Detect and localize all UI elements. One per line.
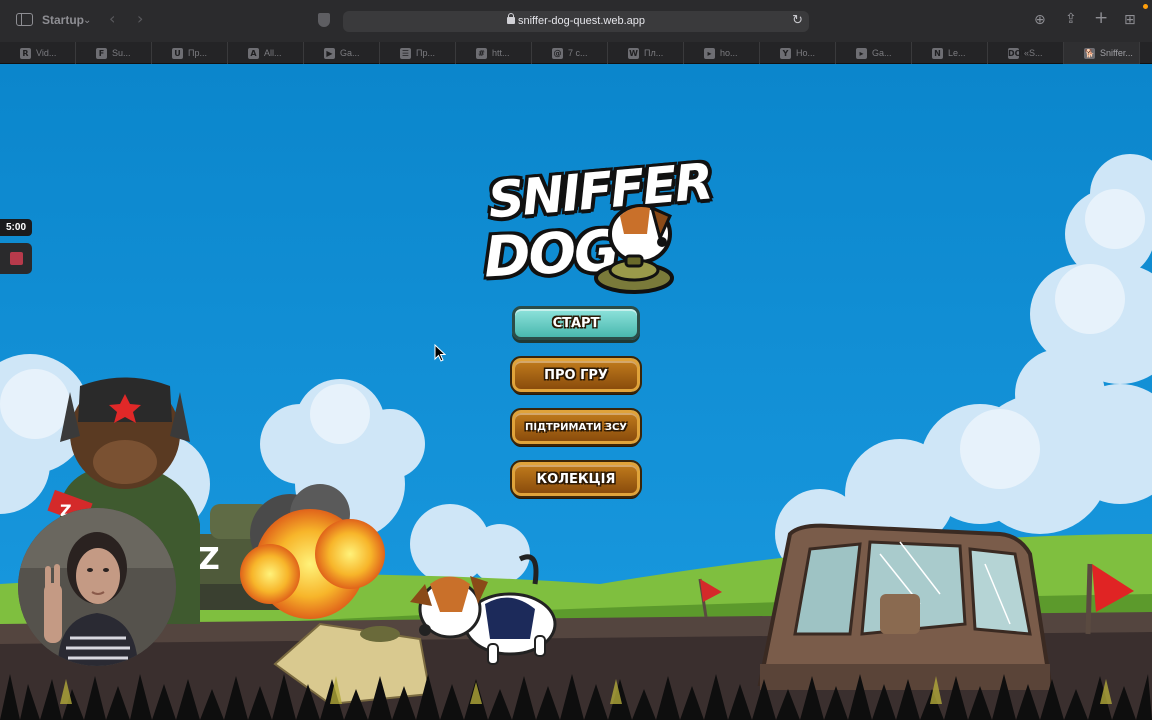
tab-favicon-icon: U bbox=[172, 47, 183, 59]
collection-button[interactable]: КОЛЕКЦІЯ bbox=[510, 460, 642, 498]
tab-title: Ga... bbox=[872, 48, 892, 58]
collection-button-label: КОЛЕКЦІЯ bbox=[536, 471, 616, 487]
tab-favicon-icon: N bbox=[932, 47, 943, 59]
browser-tab[interactable]: ▶ Ga... bbox=[304, 42, 380, 64]
tab-title: «S... bbox=[1024, 48, 1043, 58]
tab-title: Пл... bbox=[644, 48, 664, 58]
sidebar-icon[interactable] bbox=[16, 13, 33, 26]
browser-tab[interactable]: Y Ho... bbox=[760, 42, 836, 64]
chevron-down-icon[interactable]: ⌄ bbox=[83, 13, 91, 29]
game-viewport[interactable]: Z Z SNIFFER DOG СТАРТ ПРО ГРУ ПІДТРИМАТИ… bbox=[0, 64, 1152, 720]
browser-tab[interactable]: ▸ ho... bbox=[684, 42, 760, 64]
browser-tab[interactable]: 🐕 Sniffer... bbox=[1064, 42, 1140, 64]
webcam-person-image bbox=[18, 508, 176, 666]
webcam-bubble[interactable] bbox=[18, 508, 176, 666]
browser-tab[interactable]: N Le... bbox=[912, 42, 988, 64]
support-army-button[interactable]: ПІДТРИМАТИ ЗСУ bbox=[510, 408, 642, 446]
support-army-button-label: ПІДТРИМАТИ ЗСУ bbox=[524, 421, 628, 433]
tab-title: htt... bbox=[492, 48, 510, 58]
browser-tab[interactable]: W Пл... bbox=[608, 42, 684, 64]
tab-favicon-icon: A bbox=[248, 47, 259, 59]
stop-recording-icon[interactable] bbox=[10, 252, 23, 265]
tab-title: Le... bbox=[948, 48, 966, 58]
game-logo: SNIFFER DOG bbox=[482, 152, 714, 296]
mouse-cursor-icon bbox=[434, 344, 446, 362]
browser-tab[interactable]: R Vid... bbox=[0, 42, 76, 64]
share-icon[interactable]: ⇪ bbox=[1065, 11, 1077, 27]
logo-dog-icon bbox=[594, 204, 674, 294]
tab-title: Sniffer... bbox=[1100, 48, 1133, 58]
lock-icon bbox=[507, 13, 515, 24]
tab-title: Пр... bbox=[188, 48, 207, 58]
tab-favicon-icon: @ bbox=[552, 47, 563, 59]
tab-title: Su... bbox=[112, 48, 131, 58]
tab-favicon-icon: R bbox=[20, 47, 31, 59]
browser-tab[interactable]: ☰ Пр... bbox=[380, 42, 456, 64]
tab-favicon-icon: W bbox=[628, 47, 639, 59]
tab-title: ho... bbox=[720, 48, 738, 58]
recording-controls bbox=[0, 243, 32, 274]
about-game-button-label: ПРО ГРУ bbox=[544, 367, 608, 383]
tab-overview-icon[interactable]: ⊞ bbox=[1124, 12, 1136, 28]
browser-toolbar: Startup ⌄ ‹ › sniffer-dog-quest.web.app … bbox=[0, 0, 1152, 42]
tab-favicon-icon: F bbox=[96, 47, 107, 59]
start-button-label: СТАРТ bbox=[552, 315, 600, 331]
svg-text:Z: Z bbox=[198, 542, 220, 577]
browser-tab[interactable]: ▸ Ga... bbox=[836, 42, 912, 64]
browser-tab[interactable]: DOU «S... bbox=[988, 42, 1064, 64]
start-button[interactable]: СТАРТ bbox=[512, 306, 640, 340]
browser-tab[interactable]: F Su... bbox=[76, 42, 152, 64]
browser-tab[interactable]: A All... bbox=[228, 42, 304, 64]
recording-timer: 5:00 bbox=[0, 219, 32, 236]
tab-strip: R Vid... F Su... U Пр... A All... ▶ Ga... ☰ Пр... # h… bbox=[0, 42, 1152, 64]
tab-title: Ga... bbox=[340, 48, 360, 58]
browser-tab[interactable]: # htt... bbox=[456, 42, 532, 64]
tab-title: 7 с... bbox=[568, 48, 588, 58]
reload-icon[interactable]: ↻ bbox=[792, 13, 803, 28]
tab-title: Пр... bbox=[416, 48, 435, 58]
tab-favicon-icon: ▸ bbox=[856, 47, 867, 59]
forward-icon[interactable]: › bbox=[137, 11, 143, 27]
back-icon[interactable]: ‹ bbox=[109, 11, 115, 27]
tab-favicon-icon: ▸ bbox=[704, 47, 715, 59]
tab-title: All... bbox=[264, 48, 282, 58]
tab-title: Vid... bbox=[36, 48, 57, 58]
download-icon[interactable]: ⊕ bbox=[1034, 12, 1046, 28]
tab-favicon-icon: DOU bbox=[1008, 47, 1028, 59]
browser-tab[interactable]: U Пр... bbox=[152, 42, 228, 64]
about-game-button[interactable]: ПРО ГРУ bbox=[510, 356, 642, 394]
tab-group-name[interactable]: Startup bbox=[42, 13, 84, 27]
wrecked-car bbox=[757, 523, 1053, 690]
tab-favicon-icon: ▶ bbox=[324, 47, 335, 59]
address-bar[interactable]: sniffer-dog-quest.web.app ↻ bbox=[343, 11, 809, 32]
tab-title: Ho... bbox=[796, 48, 816, 58]
tab-favicon-icon: ☰ bbox=[400, 47, 411, 59]
tab-favicon-icon: 🐕 bbox=[1084, 47, 1095, 59]
tab-favicon-icon: # bbox=[476, 47, 487, 59]
url-text[interactable]: sniffer-dog-quest.web.app bbox=[518, 15, 645, 27]
browser-tab[interactable]: @7 с... bbox=[532, 42, 608, 64]
tab-favicon-icon: Y bbox=[780, 47, 791, 59]
shield-icon[interactable] bbox=[318, 13, 330, 27]
plus-icon[interactable]: + bbox=[1094, 10, 1108, 27]
notification-dot bbox=[1143, 4, 1148, 9]
